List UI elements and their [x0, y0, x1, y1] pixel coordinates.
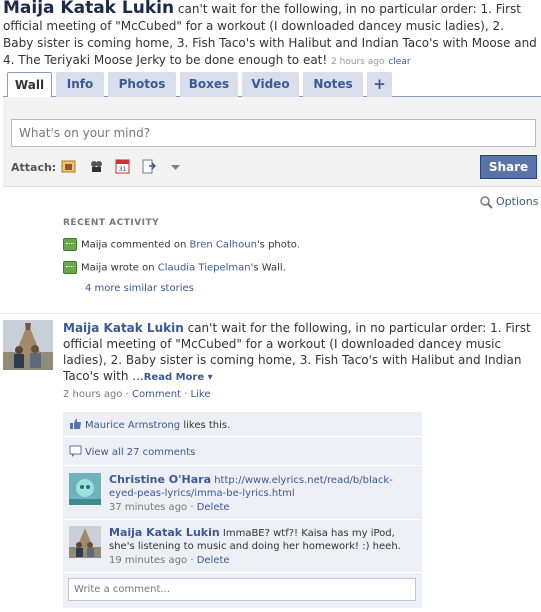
- activity-suffix: 's photo.: [256, 239, 300, 251]
- activity-actor: Maija: [81, 239, 108, 251]
- comment-item: Christine O'Hara http://www.elyrics.net/…: [63, 466, 422, 519]
- recent-activity-item: Maija wrote on Claudia Tiepelman's Wall.: [63, 261, 286, 274]
- activity-verb: wrote on: [110, 262, 155, 274]
- comment-link[interactable]: Comment: [132, 389, 181, 400]
- activity-target-link[interactable]: Claudia Tiepelman: [158, 263, 251, 274]
- svg-text:31: 31: [119, 166, 127, 173]
- comment-bubble-icon: [69, 445, 82, 457]
- recent-activity-title: RECENT ACTIVITY: [63, 218, 160, 228]
- story-time: 2 hours ago: [63, 389, 123, 400]
- view-all-comments-row[interactable]: View all 27 comments: [63, 437, 422, 465]
- profile-name[interactable]: Maija Katak Lukin: [3, 0, 174, 18]
- more-stories-link[interactable]: 4 more similar stories: [85, 283, 194, 294]
- options-link[interactable]: Options: [480, 195, 538, 209]
- thumbs-up-icon: [70, 419, 81, 429]
- tab-add[interactable]: +: [367, 72, 392, 97]
- photo-icon[interactable]: [61, 159, 76, 174]
- tab-boxes[interactable]: Boxes: [180, 72, 238, 97]
- comment-avatar[interactable]: [69, 473, 101, 505]
- wall-post-icon: [63, 261, 77, 274]
- profile-tabs: Wall Info Photos Boxes Video Notes +: [3, 72, 541, 98]
- tab-wall[interactable]: Wall: [7, 72, 52, 98]
- comment-body: Christine O'Hara http://www.elyrics.net/…: [109, 473, 417, 500]
- comment-author-link[interactable]: Christine O'Hara: [109, 473, 211, 486]
- like-link[interactable]: Like: [191, 389, 211, 400]
- story-text: Maija Katak Lukin can't wait for the fol…: [63, 320, 539, 386]
- activity-suffix: 's Wall.: [250, 262, 286, 274]
- activity-actor: Maija: [81, 262, 108, 274]
- activity-target-link[interactable]: Bren Calhoun: [189, 240, 256, 251]
- comment-body: Maija Katak Lukin ImmaBE? wtf?! Kaisa ha…: [109, 526, 417, 553]
- story-author-link[interactable]: Maija Katak Lukin: [63, 321, 184, 335]
- liker-link[interactable]: Maurice Armstrong: [85, 420, 180, 431]
- comment-icon: [63, 238, 77, 251]
- write-comment-input[interactable]: Write a comment...: [68, 578, 416, 601]
- comment-time: 19 minutes ago: [109, 555, 188, 566]
- comment-meta: 37 minutes ago · Delete: [109, 502, 230, 513]
- attach-label: Attach:: [11, 161, 57, 174]
- video-icon[interactable]: [89, 159, 104, 174]
- comment-item: Maija Katak Lukin ImmaBE? wtf?! Kaisa ha…: [63, 520, 422, 572]
- event-icon[interactable]: 31: [115, 159, 130, 174]
- link-icon[interactable]: [141, 159, 156, 174]
- activity-verb: commented on: [110, 239, 187, 251]
- share-button[interactable]: Share: [480, 155, 537, 179]
- comment-author-link[interactable]: Maija Katak Lukin: [109, 526, 220, 539]
- clear-status-link[interactable]: clear: [388, 57, 410, 67]
- comment-time: 37 minutes ago: [109, 502, 188, 513]
- comment-avatar[interactable]: [69, 526, 101, 558]
- view-all-comments-link[interactable]: View all 27 comments: [85, 447, 195, 458]
- delete-comment-link[interactable]: Delete: [197, 502, 230, 513]
- publisher: What's on your mind? Attach: 31 Share: [3, 97, 541, 187]
- dropdown-arrow-icon[interactable]: [168, 159, 183, 174]
- story-meta: 2 hours ago · Comment · Like: [63, 389, 211, 400]
- likes-row: Maurice Armstrong likes this.: [63, 412, 422, 436]
- tab-info[interactable]: Info: [56, 72, 104, 97]
- tab-video[interactable]: Video: [242, 72, 299, 97]
- divider: [0, 313, 541, 314]
- status-time: 2 hours ago: [331, 57, 385, 67]
- search-icon: [480, 195, 493, 209]
- options-label: Options: [496, 195, 539, 208]
- tab-notes[interactable]: Notes: [303, 72, 363, 97]
- status-header: Maija Katak Lukin can't wait for the fol…: [3, 0, 538, 71]
- delete-comment-link[interactable]: Delete: [197, 555, 230, 566]
- likes-suffix: likes this.: [183, 420, 231, 431]
- tab-photos[interactable]: Photos: [108, 72, 176, 97]
- recent-activity-item: Maija commented on Bren Calhoun's photo.: [63, 238, 300, 251]
- avatar[interactable]: [3, 320, 53, 370]
- read-more-link[interactable]: Read More ▾: [144, 372, 213, 383]
- comment-meta: 19 minutes ago · Delete: [109, 555, 230, 566]
- status-composer-input[interactable]: What's on your mind?: [11, 119, 536, 147]
